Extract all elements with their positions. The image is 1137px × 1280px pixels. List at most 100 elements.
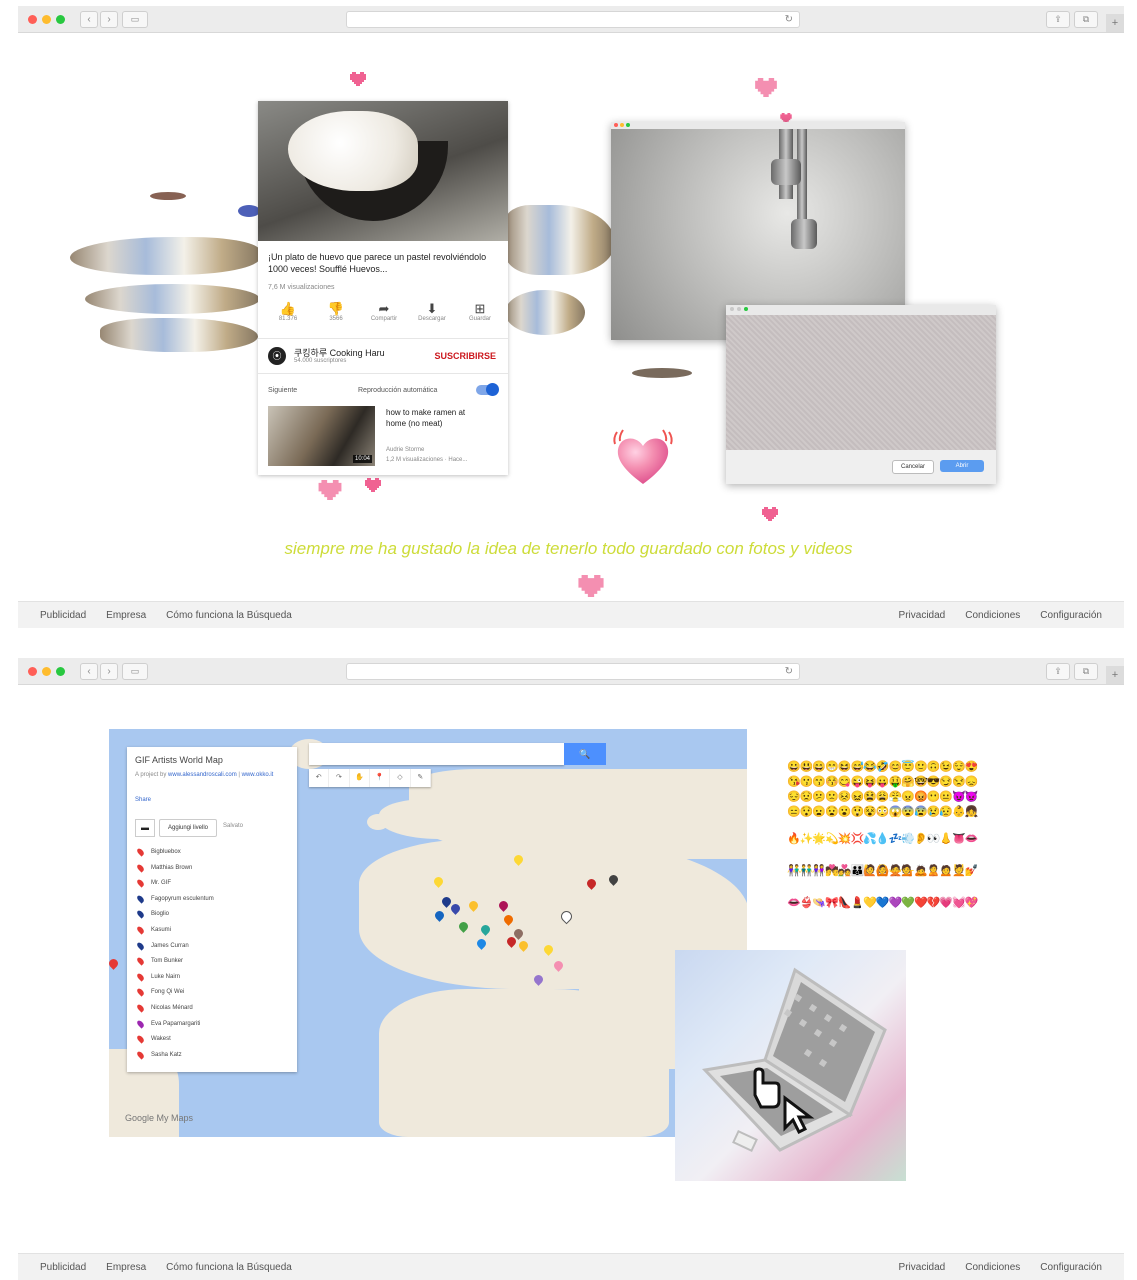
add-layer-button[interactable]: Aggiungi livello <box>159 819 217 837</box>
artist-list-item[interactable]: Bioglio <box>135 907 285 923</box>
playlist-add-icon: ⊞ <box>474 301 486 316</box>
credits-link-okko[interactable]: www.okko.it <box>242 772 274 778</box>
holo-blob <box>85 284 260 314</box>
reload-icon[interactable]: ↻ <box>785 12 793 27</box>
recommended-title[interactable]: how to make ramen at home (no meat) <box>386 407 486 429</box>
minimize-dot[interactable] <box>620 123 624 127</box>
folder-icon[interactable]: ▬ <box>135 819 155 837</box>
footer-link-condiciones[interactable]: Condiciones <box>965 610 1020 621</box>
artist-list-item[interactable]: Bigbluebox <box>135 845 285 861</box>
share-icon[interactable]: ⇪ <box>1046 663 1070 680</box>
new-tab-icon[interactable]: + <box>1106 666 1124 684</box>
credits-link-alessandro[interactable]: www.alessandroscali.com <box>168 772 237 778</box>
map-pin-icon <box>135 972 146 982</box>
footer-link-publicidad[interactable]: Publicidad <box>40 1262 86 1273</box>
reload-icon[interactable]: ↻ <box>785 664 793 679</box>
video-player[interactable] <box>258 101 508 241</box>
window-titlebar <box>611 122 905 129</box>
like-button[interactable]: 👍 81.376 <box>266 301 310 322</box>
minimize-dot[interactable] <box>42 667 51 676</box>
subscribe-button[interactable]: SUSCRIBIRSE <box>434 351 496 361</box>
share-icon[interactable]: ⇪ <box>1046 11 1070 28</box>
map-pin[interactable] <box>109 957 120 970</box>
footer-link-como-funciona[interactable]: Cómo funciona la Búsqueda <box>166 1262 292 1273</box>
zoom-dot[interactable] <box>626 123 630 127</box>
marker-tool-icon[interactable]: 📍 <box>370 769 391 787</box>
artist-list-item[interactable]: Sasha Katz <box>135 1048 285 1064</box>
close-dot[interactable] <box>28 15 37 24</box>
redo-icon[interactable]: ↷ <box>329 769 350 787</box>
channel-avatar[interactable]: ⦿ <box>268 347 286 365</box>
artist-list-item[interactable]: Fong Qi Wei <box>135 985 285 1001</box>
map-search-input[interactable] <box>309 743 564 765</box>
tabs-icon[interactable]: ⧉ <box>1074 663 1098 680</box>
artist-list-item[interactable]: Luke Nairn <box>135 970 285 986</box>
world-map[interactable]: GIF Artists World Map A project by www.a… <box>109 729 747 1137</box>
emoji-row[interactable]: 😔😟😕🙁😣😖😫😩😤😠😡😶😐😈👿 <box>787 790 1017 805</box>
minimize-dot[interactable] <box>42 15 51 24</box>
share-link[interactable]: Share <box>135 797 151 803</box>
zoom-dot[interactable] <box>56 15 65 24</box>
artist-list-item[interactable]: Matthias Brown <box>135 861 285 877</box>
shape-tool-icon[interactable]: ◇ <box>390 769 411 787</box>
close-dot[interactable] <box>614 123 618 127</box>
zoom-dot[interactable] <box>56 667 65 676</box>
emoji-row[interactable]: 🔥✨🌟💫💥💢💦💧💤💨👂👀👃👅👄 <box>787 832 1017 864</box>
forward-icon[interactable]: › <box>100 663 118 680</box>
footer-link-privacidad[interactable]: Privacidad <box>899 1262 946 1273</box>
recommended-thumbnail[interactable]: 10:04 <box>268 406 375 466</box>
emoji-row[interactable] <box>787 820 1017 832</box>
footer-link-empresa[interactable]: Empresa <box>106 610 146 621</box>
back-icon[interactable]: ‹ <box>80 11 98 28</box>
save-button[interactable]: ⊞ Guardar <box>458 301 502 322</box>
footer-link-condiciones[interactable]: Condiciones <box>965 1262 1020 1273</box>
undo-icon[interactable]: ↶ <box>309 769 330 787</box>
artist-list-item[interactable]: Eva Papamargariti <box>135 1017 285 1033</box>
sidebar-icon[interactable]: ▭ <box>122 663 148 680</box>
artist-list-item[interactable]: Nicolas Ménard <box>135 1001 285 1017</box>
footer-link-configuracion[interactable]: Configuración <box>1040 610 1102 621</box>
artist-list-item[interactable]: James Curran <box>135 939 285 955</box>
emoji-row[interactable]: 😀😃😄😁😆😅😂🤣😊😇🙂🙃😉😌😍 <box>787 760 1017 775</box>
new-tab-icon[interactable]: + <box>1106 14 1124 32</box>
hand-tool-icon[interactable]: ✋ <box>350 769 370 787</box>
artist-list-item[interactable]: Wakest <box>135 1032 285 1048</box>
map-search-button[interactable]: 🔍 <box>564 743 606 765</box>
open-dialog: Cancelar Abrir <box>726 305 996 484</box>
cancel-button[interactable]: Cancelar <box>892 460 934 474</box>
zoom-dot[interactable] <box>744 307 748 311</box>
footer-link-empresa[interactable]: Empresa <box>106 1262 146 1273</box>
forward-icon[interactable]: › <box>100 11 118 28</box>
footer-link-como-funciona[interactable]: Cómo funciona la Búsqueda <box>166 610 292 621</box>
open-button[interactable]: Abrir <box>940 460 984 472</box>
emoji-grid: 😀😃😄😁😆😅😂🤣😊😇🙂🙃😉😌😍 😘😗😙😚😋😜😝😛🤑🤗🤓😎😏😒😞 😔😟😕🙁😣😖😫😩😤😠… <box>787 760 1017 928</box>
artist-list-item[interactable]: Fagopyrum esculentum <box>135 892 285 908</box>
artist-list-item[interactable]: Kasumi <box>135 923 285 939</box>
sidebar-icon[interactable]: ▭ <box>122 11 148 28</box>
back-icon[interactable]: ‹ <box>80 663 98 680</box>
artist-list-item[interactable]: Tom Bunker <box>135 954 285 970</box>
tabs-icon[interactable]: ⧉ <box>1074 11 1098 28</box>
download-button[interactable]: ⬇ Descargar <box>410 301 454 322</box>
address-bar[interactable]: ↻ <box>346 663 800 680</box>
footer-link-publicidad[interactable]: Publicidad <box>40 610 86 621</box>
artist-list-item[interactable]: Mr. GIF <box>135 876 285 892</box>
close-dot[interactable] <box>730 307 734 311</box>
footer-link-configuracion[interactable]: Configuración <box>1040 1262 1102 1273</box>
address-bar[interactable]: ↻ <box>346 11 800 28</box>
mixer-head <box>771 159 801 185</box>
emoji-row[interactable]: 😘😗😙😚😋😜😝😛🤑🤗🤓😎😏😒😞 <box>787 775 1017 790</box>
emoji-row[interactable]: 👫👬👭💏💑👪🙋🙆🙅💁🙇🙎🙍💆💅 <box>787 864 1017 896</box>
map-title: GIF Artists World Map <box>135 755 223 765</box>
dislike-button[interactable]: 👎 3566 <box>314 301 358 322</box>
emoji-row[interactable]: 😑😯😦😧😮😲😵😳😱😨😰😢😥👶👧 <box>787 805 1017 820</box>
emoji-row[interactable]: 👄👙👒🎀👠💄💛💙💜💚❤️💔💗💓💖 <box>787 896 1017 928</box>
artist-name: Eva Papamargariti <box>151 1020 201 1027</box>
minimize-dot[interactable] <box>737 307 741 311</box>
share-button[interactable]: ➦ Compartir <box>362 301 406 322</box>
ruler-tool-icon[interactable]: ✎ <box>411 769 431 787</box>
autoplay-toggle[interactable] <box>476 383 499 396</box>
artist-name: Mr. GIF <box>151 880 171 887</box>
footer-link-privacidad[interactable]: Privacidad <box>899 610 946 621</box>
close-dot[interactable] <box>28 667 37 676</box>
